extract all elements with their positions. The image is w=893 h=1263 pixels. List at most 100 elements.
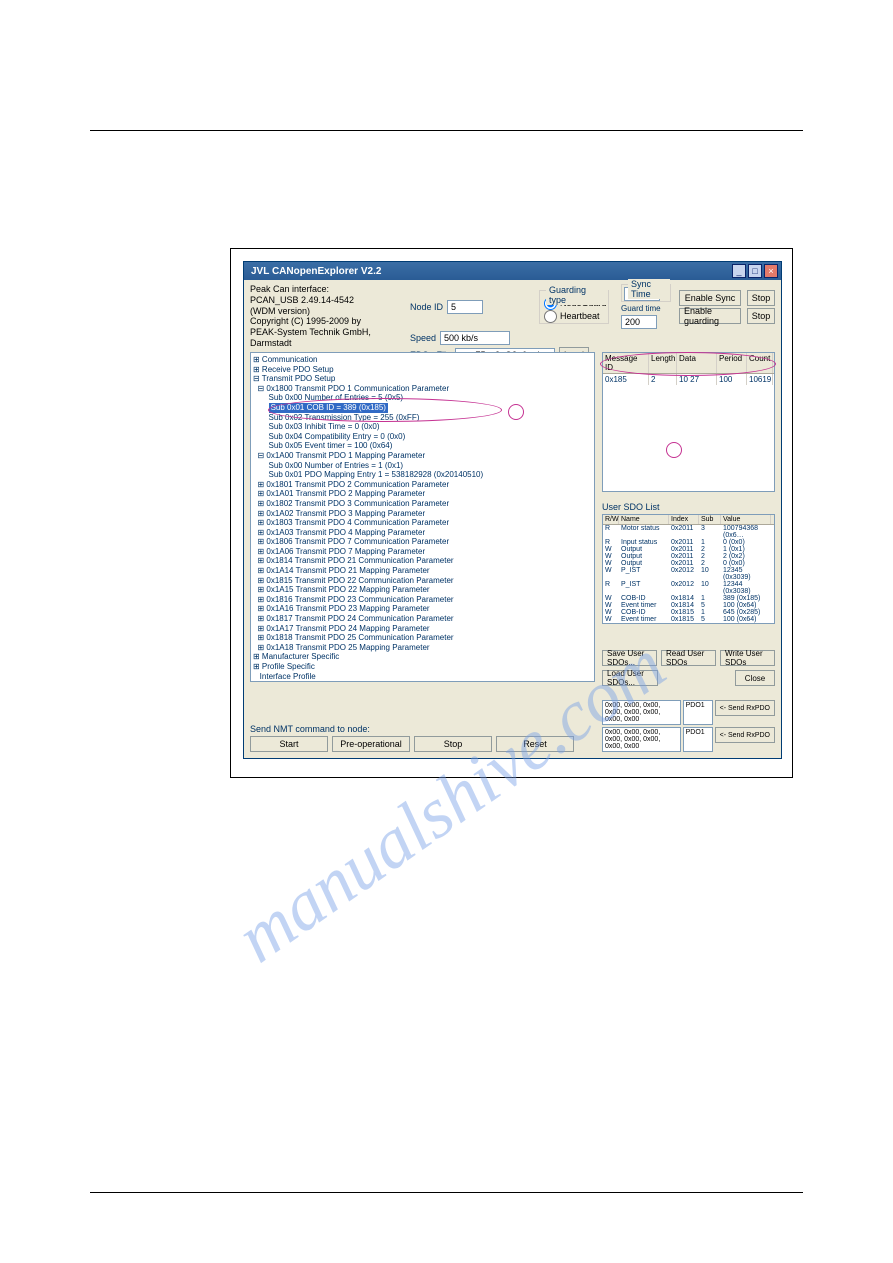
annotation-ellipse-msg xyxy=(600,352,776,376)
save-sdos-button[interactable]: Save User SDOs... xyxy=(602,650,657,666)
nodeid-label: Node ID xyxy=(410,302,443,312)
tree-item[interactable]: Sub 0x05 Event timer = 100 (0x64) xyxy=(253,441,592,451)
annotation-circle-msg xyxy=(666,442,682,458)
write-sdos-button[interactable]: Write User SDOs xyxy=(720,650,775,666)
tree-item[interactable]: ⊞ 0x1A01 Transmit PDO 2 Mapping Paramete… xyxy=(253,489,592,499)
sdo-table[interactable]: R/W Name Index Sub Value RMotor status0x… xyxy=(602,514,775,624)
speed-label: Speed xyxy=(410,333,436,343)
nodeid-dropdown[interactable]: 5 xyxy=(447,300,483,314)
tree-item[interactable]: ⊞ 0x1814 Transmit PDO 21 Communication P… xyxy=(253,556,592,566)
tree-item[interactable]: ⊞ 0x1817 Transmit PDO 24 Communication P… xyxy=(253,614,592,624)
info-line: Copyright (C) 1995-2009 by xyxy=(250,316,410,327)
tree-item[interactable]: ⊞ 0x1806 Transmit PDO 7 Communication Pa… xyxy=(253,537,592,547)
tree-item[interactable]: ⊞ 0x1A16 Transmit PDO 23 Mapping Paramet… xyxy=(253,604,592,614)
col-sub: Sub xyxy=(699,515,721,524)
tree-item[interactable]: ⊞ 0x1803 Transmit PDO 4 Communication Pa… xyxy=(253,518,592,528)
screenshot-frame: JVL CANopenExplorer V2.2 _ □ × Peak Can … xyxy=(230,248,793,778)
cell-per: 100 xyxy=(717,374,747,385)
sdo-row[interactable]: WCOB-ID0x18151645 (0x285) xyxy=(603,609,774,616)
guarding-group: Guarding type NodeGuard Heartbeat xyxy=(539,290,609,324)
tree-item[interactable]: ⊞ Profile Specific xyxy=(253,662,592,672)
nmt-area: Send NMT command to node: Start Pre-oper… xyxy=(250,724,595,752)
app-window: JVL CANopenExplorer V2.2 _ □ × Peak Can … xyxy=(243,261,782,759)
tree-item[interactable]: Sub 0x03 Inhibit Time = 0 (0x0) xyxy=(253,422,592,432)
window-title: JVL CANopenExplorer V2.2 xyxy=(247,266,381,277)
tree-item[interactable]: Sub 0x00 Number of Entries = 1 (0x1) xyxy=(253,461,592,471)
tree-item[interactable]: ⊞ 0x1815 Transmit PDO 22 Communication P… xyxy=(253,576,592,586)
nmt-stop-button[interactable]: Stop xyxy=(414,736,492,752)
tree-item[interactable]: ⊞ 0x1A15 Transmit PDO 22 Mapping Paramet… xyxy=(253,585,592,595)
info-line: PEAK-System Technik GmbH, Darmstadt xyxy=(250,327,410,349)
annotation-circle-tree xyxy=(508,404,524,420)
sdo-button-row-1: Save User SDOs... Read User SDOs Write U… xyxy=(602,650,775,666)
tree-item[interactable]: ⊞ Manufacturer Specific xyxy=(253,652,592,662)
sdo-row[interactable]: WOutput0x201120 (0x0) xyxy=(603,560,774,567)
stop-guard-button[interactable]: Stop xyxy=(747,308,775,324)
close-icon[interactable]: × xyxy=(764,264,778,278)
tree-item[interactable]: ⊟ 0x1800 Transmit PDO 1 Communication Pa… xyxy=(253,384,592,394)
nmt-start-button[interactable]: Start xyxy=(250,736,328,752)
close-button[interactable]: Close xyxy=(735,670,775,686)
sdo-row[interactable]: WOutput0x201122 (0x2) xyxy=(603,553,774,560)
rxpdo-data-2[interactable]: 0x00, 0x00, 0x00, 0x00, 0x00, 0x00, 0x00… xyxy=(602,727,681,752)
tree-item[interactable]: Sub 0x01 PDO Mapping Entry 1 = 538182928… xyxy=(253,470,592,480)
col-rw: R/W xyxy=(603,515,619,524)
sync-group: Sync Time 50 xyxy=(621,284,671,302)
guard-time-input[interactable]: 200 xyxy=(621,315,657,329)
enable-guard-button[interactable]: Enable guarding xyxy=(679,308,741,324)
load-sdos-button[interactable]: Load User SDOs... xyxy=(602,670,658,686)
read-sdos-button[interactable]: Read User SDOs xyxy=(661,650,716,666)
sdo-row[interactable]: WOutput0x201121 (0x1) xyxy=(603,546,774,553)
speed-dropdown[interactable]: 500 kb/s xyxy=(440,331,510,345)
info-line: (WDM version) xyxy=(250,306,410,317)
sdo-row[interactable]: WEvent timer0x18145100 (0x64) xyxy=(603,602,774,609)
nmt-preop-button[interactable]: Pre-operational xyxy=(332,736,410,752)
info-line: PCAN_USB 2.49.14-4542 xyxy=(250,295,410,306)
rxpdo-data-1[interactable]: 0x00, 0x00, 0x00, 0x00, 0x00, 0x00, 0x00… xyxy=(602,700,681,725)
sdo-row[interactable]: RInput status0x201110 (0x0) xyxy=(603,539,774,546)
tree-item[interactable]: ⊟ Transmit PDO Setup xyxy=(253,374,592,384)
rxpdo-sel-2[interactable]: PDO1 xyxy=(683,727,713,752)
send-rxpdo-button-2[interactable]: <- Send RxPDO xyxy=(715,727,775,743)
tree-item[interactable]: ⊞ Receive PDO Setup xyxy=(253,365,592,375)
tree-item[interactable]: Sub 0x04 Compatibility Entry = 0 (0x0) xyxy=(253,432,592,442)
enable-sync-button[interactable]: Enable Sync xyxy=(679,290,741,306)
tree-item[interactable]: ⊞ 0x1818 Transmit PDO 25 Communication P… xyxy=(253,633,592,643)
sdo-row[interactable]: RMotor status0x20113100794368 (0x6… xyxy=(603,525,774,539)
user-sdo-list: User SDO List R/W Name Index Sub Value R… xyxy=(602,502,775,642)
tree-item[interactable]: ⊞ 0x1801 Transmit PDO 2 Communication Pa… xyxy=(253,480,592,490)
tree-item[interactable]: ⊞ Communication xyxy=(253,355,592,365)
tree-item[interactable]: Interface Profile xyxy=(253,672,592,682)
tree-item[interactable]: ⊞ 0x1A17 Transmit PDO 24 Mapping Paramet… xyxy=(253,624,592,634)
tree-item[interactable]: ⊞ 0x1816 Transmit PDO 23 Communication P… xyxy=(253,595,592,605)
sdo-row[interactable]: WEvent timer0x18155100 (0x64) xyxy=(603,616,774,623)
nmt-reset-button[interactable]: Reset xyxy=(496,736,574,752)
annotation-ellipse-tree xyxy=(268,398,502,422)
info-line: Peak Can interface: xyxy=(250,284,410,295)
tree-item[interactable]: ⊞ 0x1A03 Transmit PDO 4 Mapping Paramete… xyxy=(253,528,592,538)
rxpdo-sel-1[interactable]: PDO1 xyxy=(683,700,713,725)
tree-item[interactable]: ⊞ 0x1A02 Transmit PDO 3 Mapping Paramete… xyxy=(253,509,592,519)
titlebar: JVL CANopenExplorer V2.2 _ □ × xyxy=(244,262,781,280)
sdo-row[interactable]: RP_IST0x20121012344 (0x3038) xyxy=(603,581,774,595)
sdo-row[interactable]: WP_IST0x20121012345 (0x3039) xyxy=(603,567,774,581)
tree-item[interactable]: ⊟ 0x1A00 Transmit PDO 1 Mapping Paramete… xyxy=(253,451,592,461)
col-index: Index xyxy=(669,515,699,524)
col-name: Name xyxy=(619,515,669,524)
tree-item[interactable]: ⊞ 0x1A18 Transmit PDO 25 Mapping Paramet… xyxy=(253,643,592,653)
sdo-list-title: User SDO List xyxy=(602,502,775,512)
tree-item[interactable]: ⊞ 0x1A06 Transmit PDO 7 Mapping Paramete… xyxy=(253,547,592,557)
minimize-icon[interactable]: _ xyxy=(732,264,746,278)
nmt-label: Send NMT command to node: xyxy=(250,724,595,734)
sdo-row[interactable]: WCOB-ID0x18161901 (0x385) xyxy=(603,623,774,624)
rxpdo-area: 0x00, 0x00, 0x00, 0x00, 0x00, 0x00, 0x00… xyxy=(602,698,775,752)
tree-item[interactable]: ⊞ 0x1A14 Transmit PDO 21 Mapping Paramet… xyxy=(253,566,592,576)
tree-item[interactable]: ⊞ 0x1802 Transmit PDO 3 Communication Pa… xyxy=(253,499,592,509)
heartbeat-radio[interactable]: Heartbeat xyxy=(544,310,604,323)
title-buttons: _ □ × xyxy=(732,264,778,278)
maximize-icon[interactable]: □ xyxy=(748,264,762,278)
guarding-title: Guarding type xyxy=(546,285,608,305)
send-rxpdo-button-1[interactable]: <- Send RxPDO xyxy=(715,700,775,716)
sdo-row[interactable]: WCOB-ID0x18141389 (0x185) xyxy=(603,595,774,602)
stop-sync-button[interactable]: Stop xyxy=(747,290,775,306)
